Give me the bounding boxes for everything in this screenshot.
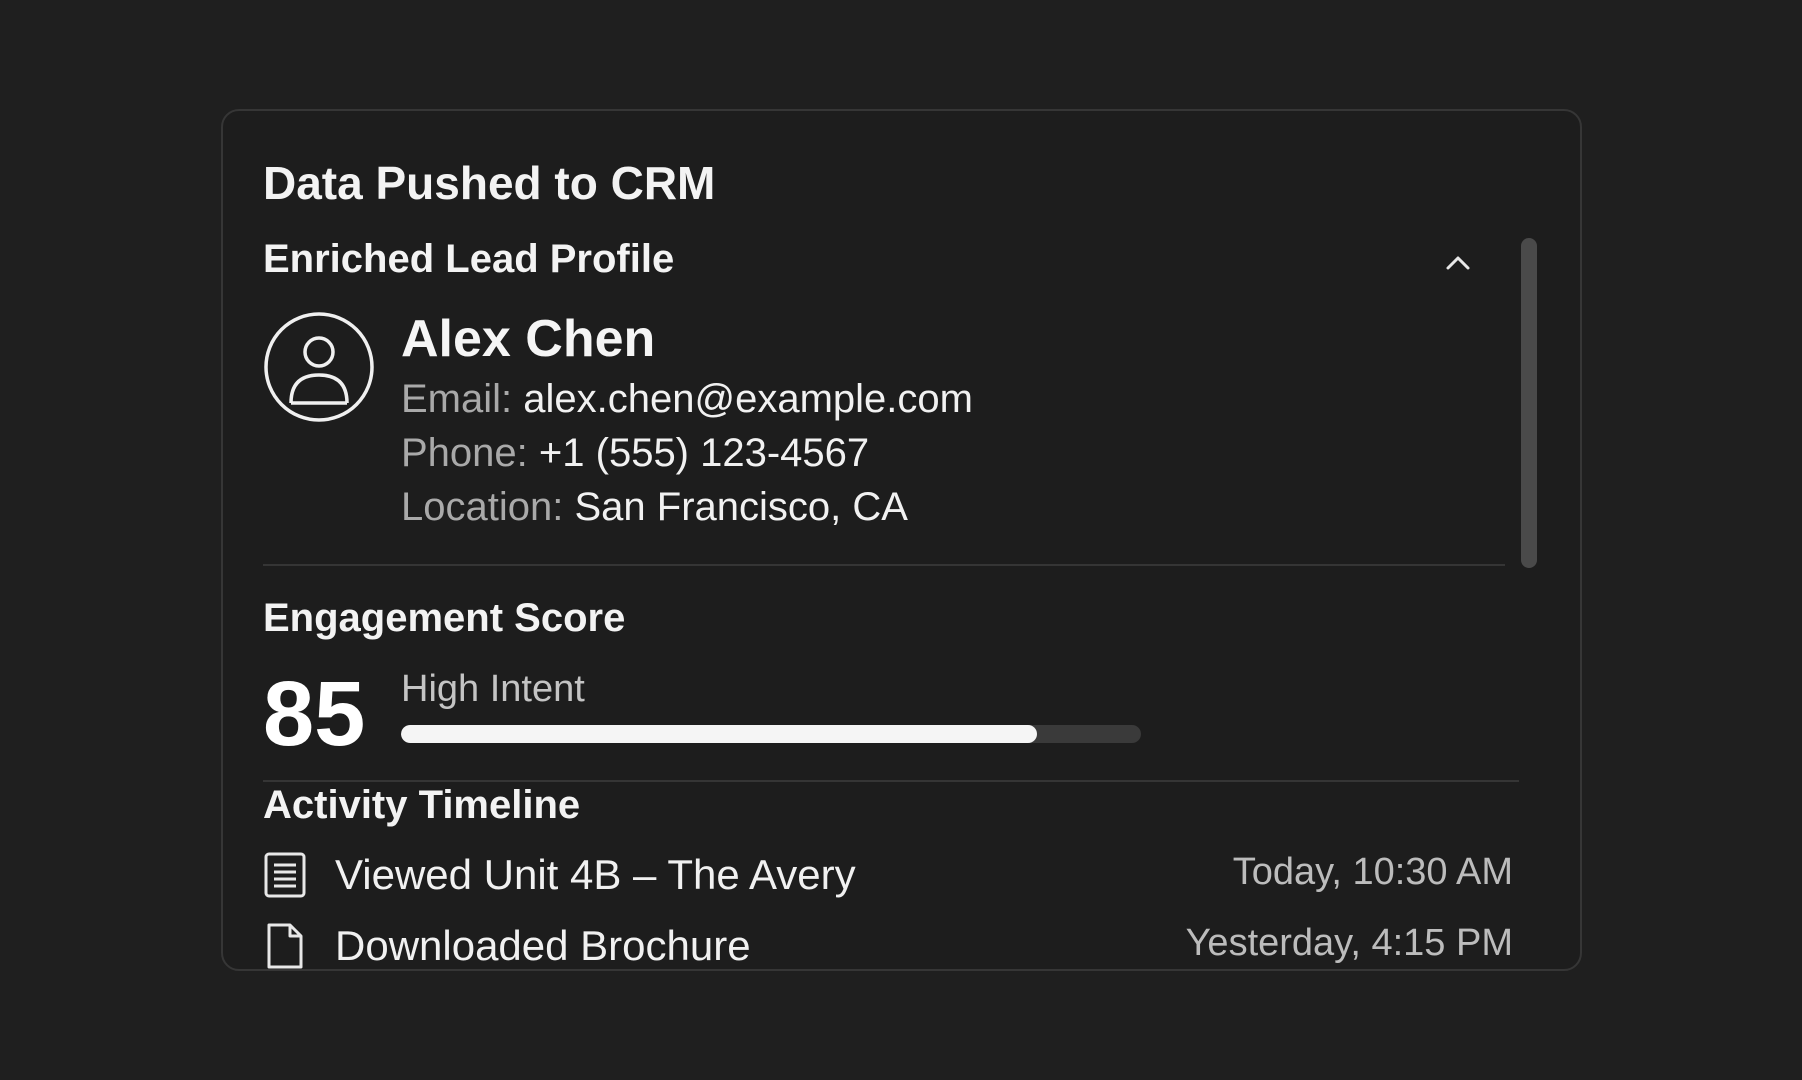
scrollbar[interactable]	[1521, 238, 1537, 568]
timeline-item-label: Viewed Unit 4B – The Avery	[335, 851, 856, 898]
timeline-item[interactable]: Viewed Unit 4B – The Avery Today, 10:30 …	[263, 845, 1513, 905]
engagement-score: 85	[263, 663, 366, 765]
phone-line: Phone: +1 (555) 123-4567	[401, 431, 869, 476]
file-icon	[263, 922, 307, 969]
intent-label: High Intent	[401, 668, 585, 710]
email-value[interactable]: alex.chen@example.com	[523, 377, 973, 421]
crm-data-card: Data Pushed to CRM Enriched Lead Profile…	[221, 109, 1582, 971]
timeline-item-time: Today, 10:30 AM	[1232, 851, 1513, 893]
lead-name: Alex Chen	[401, 310, 656, 368]
engagement-section-title: Engagement Score	[263, 596, 626, 640]
engagement-progress-bar	[401, 725, 1141, 743]
phone-value[interactable]: +1 (555) 123-4567	[539, 431, 869, 475]
card-title: Data Pushed to CRM	[263, 157, 716, 209]
timeline-item-time: Yesterday, 4:15 PM	[1185, 922, 1513, 964]
chevron-up-icon[interactable]	[1438, 243, 1478, 283]
profile-divider	[263, 564, 1505, 566]
location-value: San Francisco, CA	[574, 485, 908, 529]
profile-section-title: Enriched Lead Profile	[263, 237, 675, 281]
timeline-item[interactable]: Downloaded Brochure Yesterday, 4:15 PM	[263, 916, 1513, 969]
timeline-section-title: Activity Timeline	[263, 783, 581, 827]
engagement-progress-fill	[401, 725, 1038, 743]
location-label: Location:	[401, 485, 564, 529]
email-label: Email:	[401, 377, 513, 421]
email-line: Email: alex.chen@example.com	[401, 377, 973, 422]
engagement-divider	[263, 780, 1519, 782]
timeline-item-label: Downloaded Brochure	[335, 922, 751, 969]
document-list-icon	[263, 851, 307, 899]
user-avatar-icon	[263, 311, 375, 423]
phone-label: Phone:	[401, 431, 528, 475]
location-line: Location: San Francisco, CA	[401, 485, 908, 530]
